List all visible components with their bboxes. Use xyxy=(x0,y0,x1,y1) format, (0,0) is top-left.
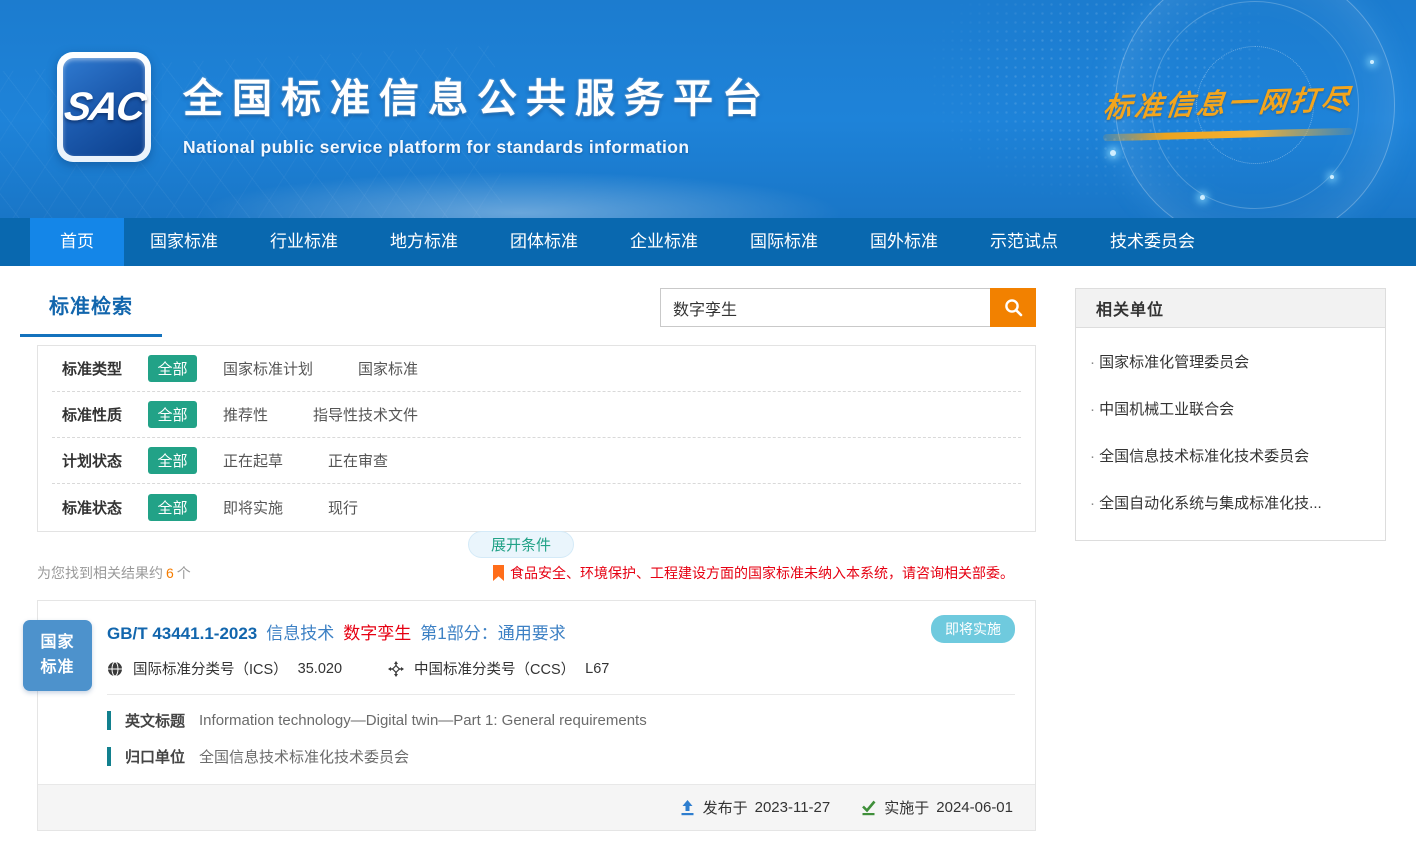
filter-all-button[interactable]: 全部 xyxy=(148,401,197,428)
english-title-row: 英文标题 Information technology—Digital twin… xyxy=(107,710,1035,731)
sidebar-item-sac[interactable]: 国家标准化管理委员会 xyxy=(1084,338,1371,385)
nav-tab-technical-committees[interactable]: 技术委员会 xyxy=(1084,218,1221,266)
results-count-prefix: 为您找到相关结果约 xyxy=(37,565,163,581)
compass-icon xyxy=(388,661,404,677)
search-icon xyxy=(1003,297,1024,318)
nav-tab-international-standards[interactable]: 国际标准 xyxy=(724,218,844,266)
filter-option[interactable]: 推荐性 xyxy=(223,404,268,425)
sac-logo-text: SAC xyxy=(61,85,147,130)
sac-logo[interactable]: SAC xyxy=(57,52,151,162)
ics-label: 国际标准分类号（ICS） xyxy=(133,658,288,679)
filter-row-plan-status: 计划状态 全部 正在起草 正在审查 xyxy=(52,438,1021,484)
main-nav: 首页 国家标准 行业标准 地方标准 团体标准 企业标准 国际标准 国外标准 示范… xyxy=(0,218,1416,266)
standard-title-link[interactable]: GB/T 43441.1-2023 信息技术 数字孪生 第1部分：通用要求 xyxy=(107,619,1015,644)
teal-bar-decoration xyxy=(107,711,111,730)
nav-tab-foreign-standards[interactable]: 国外标准 xyxy=(844,218,964,266)
ccs-value: L67 xyxy=(585,661,609,677)
filter-label: 标准状态 xyxy=(52,497,148,518)
site-subtitle: National public service platform for sta… xyxy=(183,137,771,158)
result-card: 国家 标准 即将实施 GB/T 43441.1-2023 信息技术 数字孪生 第… xyxy=(37,600,1036,831)
filter-row-standard-nature: 标准性质 全部 推荐性 指导性技术文件 xyxy=(52,392,1021,438)
published-date: 2023-11-27 xyxy=(755,799,831,816)
section-title-standard-search: 标准检索 xyxy=(20,290,162,337)
teal-bar-decoration xyxy=(107,747,111,766)
site-title: 全国标准信息公共服务平台 xyxy=(183,66,771,124)
main-content: 标准检索 标准类型 全部 国家标准计划 国家标准 xyxy=(0,266,1416,845)
nav-tab-pilot-programs[interactable]: 示范试点 xyxy=(964,218,1084,266)
ccs-label: 中国标准分类号（CCS） xyxy=(414,658,575,679)
banner-slogan: 标准信息一网打尽 xyxy=(1088,82,1368,138)
title-part[interactable]: 信息技术 xyxy=(266,619,334,644)
site-banner: SAC 全国标准信息公共服务平台 National public service… xyxy=(0,0,1416,218)
filter-option[interactable]: 国家标准计划 xyxy=(223,358,313,379)
standard-code[interactable]: GB/T 43441.1-2023 xyxy=(107,624,257,644)
related-units-panel: 相关单位 国家标准化管理委员会 中国机械工业联合会 全国信息技术标准化技术委员会… xyxy=(1075,288,1386,541)
nav-tab-industry-standards[interactable]: 行业标准 xyxy=(244,218,364,266)
filter-option[interactable]: 即将实施 xyxy=(223,497,283,518)
slogan-text: 标准信息一网打尽 xyxy=(1101,78,1354,127)
filter-option[interactable]: 现行 xyxy=(328,497,358,518)
committee-label: 归口单位 xyxy=(125,746,185,767)
implemented-date-item: 实施于 2024-06-01 xyxy=(860,797,1013,818)
implemented-label: 实施于 xyxy=(884,797,929,818)
english-title-label: 英文标题 xyxy=(125,710,185,731)
results-count-number: 6 xyxy=(163,565,177,581)
expand-conditions-button[interactable]: 展开条件 xyxy=(468,531,574,558)
published-label: 发布于 xyxy=(703,797,748,818)
filter-all-button[interactable]: 全部 xyxy=(148,355,197,382)
spark-decoration xyxy=(1200,195,1205,200)
spark-decoration xyxy=(1330,175,1334,179)
search-input[interactable] xyxy=(660,288,990,327)
filter-all-button[interactable]: 全部 xyxy=(148,494,197,521)
badge-line2: 标准 xyxy=(40,656,74,681)
english-title-value: Information technology—Digital twin—Part… xyxy=(199,712,647,729)
spark-decoration xyxy=(1370,60,1374,64)
implemented-date: 2024-06-01 xyxy=(936,799,1013,816)
title-highlight[interactable]: 数字孪生 xyxy=(343,619,411,644)
filter-option[interactable]: 国家标准 xyxy=(358,358,418,379)
divider xyxy=(107,694,1015,695)
nav-tab-group-standards[interactable]: 团体标准 xyxy=(484,218,604,266)
search-bar xyxy=(660,288,1036,327)
filter-label: 标准性质 xyxy=(52,404,148,425)
sidebar-item-automation-committee[interactable]: 全国自动化系统与集成标准化技... xyxy=(1084,479,1371,526)
results-summary-row: 为您找到相关结果约6个 食品安全、环境保护、工程建设方面的国家标准未纳入本系统，… xyxy=(37,563,1036,583)
filter-option[interactable]: 指导性技术文件 xyxy=(313,404,418,425)
nav-tab-national-standards[interactable]: 国家标准 xyxy=(124,218,244,266)
results-count-text: 为您找到相关结果约6个 xyxy=(37,563,191,583)
nav-tab-enterprise-standards[interactable]: 企业标准 xyxy=(604,218,724,266)
related-units-title: 相关单位 xyxy=(1076,289,1385,328)
nav-tab-home[interactable]: 首页 xyxy=(30,218,124,266)
search-button[interactable] xyxy=(990,288,1036,327)
committee-row: 归口单位 全国信息技术标准化技术委员会 xyxy=(107,746,1035,767)
filter-label: 标准类型 xyxy=(52,358,148,379)
system-notice: 食品安全、环境保护、工程建设方面的国家标准未纳入本系统，请咨询相关部委。 xyxy=(493,563,1036,583)
committee-value: 全国信息技术标准化技术委员会 xyxy=(199,746,409,767)
spark-decoration xyxy=(1110,150,1116,156)
sidebar-item-it-standardization-committee[interactable]: 全国信息技术标准化技术委员会 xyxy=(1084,432,1371,479)
published-date-item: 发布于 2023-11-27 xyxy=(679,797,831,818)
filter-option[interactable]: 正在起草 xyxy=(223,450,283,471)
filter-option[interactable]: 正在审查 xyxy=(328,450,388,471)
globe-icon xyxy=(107,661,123,677)
notice-text: 食品安全、环境保护、工程建设方面的国家标准未纳入本系统，请咨询相关部委。 xyxy=(510,563,1014,583)
implement-check-icon xyxy=(860,799,877,816)
ics-value: 35.020 xyxy=(298,661,342,677)
sidebar-item-machinery-federation[interactable]: 中国机械工业联合会 xyxy=(1084,385,1371,432)
filter-panel: 标准类型 全部 国家标准计划 国家标准 标准性质 全部 推荐性 指导性技术文件 … xyxy=(37,345,1036,532)
title-part[interactable]: 第1部分：通用要求 xyxy=(420,619,565,644)
classification-row: 国际标准分类号（ICS） 35.020 中国标准分类号（CCS） L67 xyxy=(107,658,1035,679)
filter-row-standard-type: 标准类型 全部 国家标准计划 国家标准 xyxy=(52,346,1021,392)
bookmark-icon xyxy=(493,565,504,581)
page: SAC 全国标准信息公共服务平台 National public service… xyxy=(0,0,1416,845)
sac-logo-icon: SAC xyxy=(63,58,145,156)
filter-row-standard-status: 标准状态 全部 即将实施 现行 xyxy=(52,484,1021,530)
card-footer: 发布于 2023-11-27 实施于 2024-06-01 xyxy=(38,784,1035,830)
filter-all-button[interactable]: 全部 xyxy=(148,447,197,474)
filter-label: 计划状态 xyxy=(52,450,148,471)
results-count-suffix: 个 xyxy=(177,565,191,581)
publish-upload-icon xyxy=(679,799,696,816)
nav-tab-local-standards[interactable]: 地方标准 xyxy=(364,218,484,266)
